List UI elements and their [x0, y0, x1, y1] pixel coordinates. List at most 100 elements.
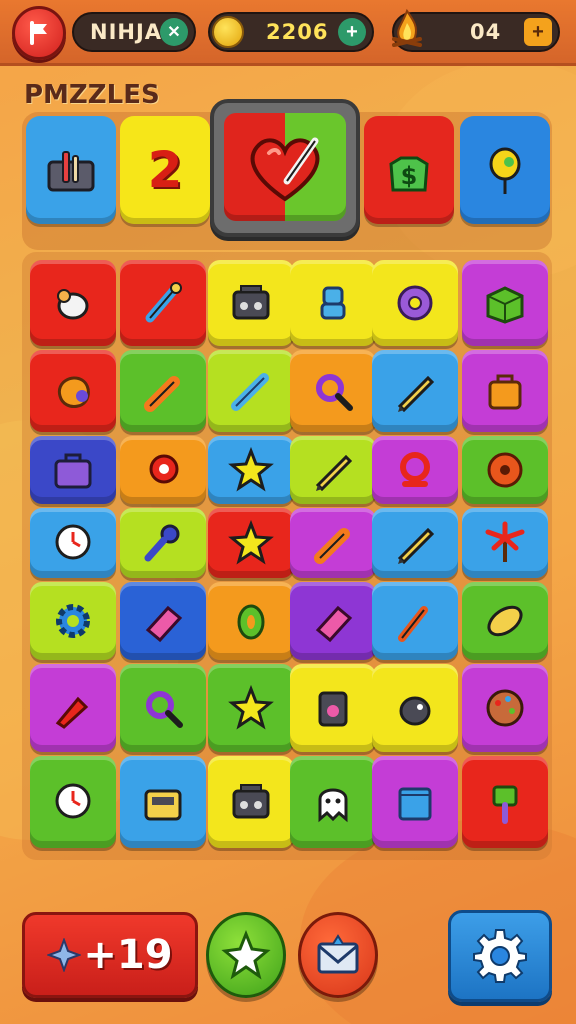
puzzle-tile[interactable]: [290, 260, 376, 346]
puzzle-tile[interactable]: [372, 664, 458, 752]
streak-count: 04: [470, 20, 502, 44]
selected-tile[interactable]: [224, 113, 346, 221]
palette-icon: [486, 689, 524, 727]
gear-icon: [56, 604, 90, 638]
envelope-icon: [317, 934, 359, 974]
puzzle-tile[interactable]: [30, 664, 116, 752]
crayon-icon: [144, 376, 180, 412]
puzzle-tile[interactable]: [30, 350, 116, 432]
puzzle-tile[interactable]: [462, 508, 548, 578]
svg-text:$: $: [401, 162, 418, 190]
bird-icon: [399, 696, 431, 726]
top-hud: NIHJAN ✕ 2206 + 04 +: [0, 0, 576, 66]
streak-pill: 04 +: [392, 8, 560, 52]
star-button[interactable]: [206, 912, 286, 998]
rocket-icon: [55, 696, 89, 729]
settings-button[interactable]: [448, 910, 552, 1002]
speaker-icon: [318, 691, 348, 727]
flag-icon: [30, 21, 47, 45]
player-swap-icon[interactable]: ✕: [160, 18, 188, 46]
brush-icon: [145, 282, 182, 323]
puzzle-tile[interactable]: [120, 508, 206, 578]
puzzle-tile[interactable]: [372, 260, 458, 346]
player-pill: NIHJAN ✕: [72, 12, 196, 52]
ghost-icon: [318, 788, 348, 823]
puzzle-tile[interactable]: [30, 260, 116, 346]
puzzle-tile[interactable]: [372, 350, 458, 432]
puzzle-tile[interactable]: [290, 582, 376, 660]
magnifier-icon: [146, 691, 183, 728]
puzzle-tile[interactable]: [30, 436, 116, 504]
pacifier-icon: [57, 289, 89, 320]
puzzle-tile[interactable]: [120, 664, 206, 752]
pencil-icon: [397, 375, 435, 413]
campfire-icon: [392, 8, 422, 47]
pencil-icon: [397, 527, 435, 565]
clock-icon: [55, 524, 91, 560]
star-icon: [228, 684, 274, 730]
puzzle-tile[interactable]: [120, 436, 206, 504]
puzzle-tile[interactable]: [462, 350, 548, 432]
star-icon: [228, 519, 274, 565]
puzzle-tile[interactable]: [208, 436, 294, 504]
flower-icon: [487, 452, 523, 488]
puzzle-tile[interactable]: [120, 582, 206, 660]
register-icon: [144, 789, 182, 821]
radio-icon: [232, 784, 270, 819]
eraser-icon: [315, 605, 353, 643]
puzzle-tile[interactable]: [290, 756, 376, 848]
mail-button[interactable]: [298, 912, 378, 998]
blob-icon: [57, 376, 90, 408]
selector-tile[interactable]: [460, 116, 550, 224]
puzzle-tile[interactable]: [208, 582, 294, 660]
puzzle-tile[interactable]: [462, 756, 548, 848]
puzzle-tile[interactable]: [372, 436, 458, 504]
box-icon: [486, 286, 524, 324]
selector-tile[interactable]: $: [364, 116, 454, 224]
score-button[interactable]: +19: [22, 912, 198, 998]
puzzle-tile[interactable]: [290, 664, 376, 752]
home-button[interactable]: [12, 6, 66, 60]
puzzle-tile[interactable]: [208, 260, 294, 346]
coin-pill: 2206 +: [208, 12, 374, 52]
puzzle-tile[interactable]: [462, 582, 548, 660]
puzzle-tile[interactable]: [120, 756, 206, 848]
crayon-icon: [314, 528, 350, 564]
clock-icon: [55, 783, 91, 819]
puzzle-tile[interactable]: [462, 664, 548, 752]
puzzle-tile[interactable]: [290, 436, 376, 504]
selector-tile[interactable]: 2: [120, 116, 210, 224]
add-coins-button[interactable]: +: [338, 18, 366, 46]
puzzle-tile[interactable]: [208, 756, 294, 848]
puzzle-tile[interactable]: [372, 508, 458, 578]
briefcase-icon: [54, 453, 92, 489]
palm-icon: [485, 521, 525, 562]
puzzle-tile[interactable]: [372, 582, 458, 660]
puzzle-tile[interactable]: [372, 756, 458, 848]
puzzle-tile[interactable]: [208, 350, 294, 432]
puzzle-tile[interactable]: [462, 436, 548, 504]
score-value: +19: [83, 932, 173, 978]
gear-icon: [473, 929, 527, 983]
puzzle-tile[interactable]: [30, 756, 116, 848]
football-icon: [487, 605, 523, 637]
puzzle-tile[interactable]: [290, 508, 376, 578]
coin-icon: [212, 16, 244, 48]
robot-icon: [320, 286, 346, 320]
puzzle-tile[interactable]: [462, 260, 548, 346]
puzzle-tile[interactable]: [30, 508, 116, 578]
selector-tile[interactable]: [26, 116, 116, 224]
add-streak-button[interactable]: +: [524, 18, 552, 46]
puzzle-tile[interactable]: [208, 508, 294, 578]
puzzle-tile[interactable]: [30, 582, 116, 660]
puzzle-tile[interactable]: [120, 260, 206, 346]
coin-count: 2206: [266, 20, 329, 44]
page-title: PMZZLES: [24, 80, 160, 110]
seed-icon: [237, 604, 265, 640]
pen-icon: [398, 606, 428, 642]
bag-icon: [488, 374, 522, 410]
selector-number: 2: [147, 141, 183, 199]
puzzle-tile[interactable]: [208, 664, 294, 752]
puzzle-tile[interactable]: [290, 350, 376, 432]
puzzle-tile[interactable]: [120, 350, 206, 432]
